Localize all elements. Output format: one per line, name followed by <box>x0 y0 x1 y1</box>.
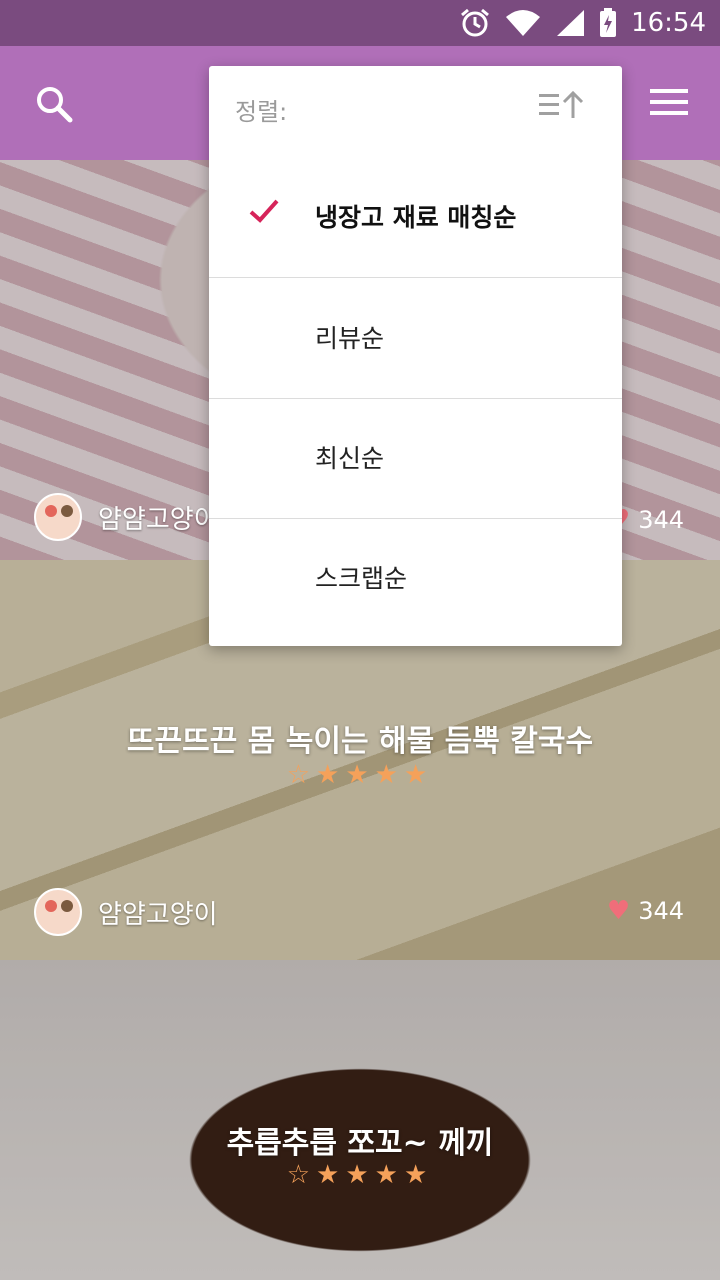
status-time: 16:54 <box>631 8 706 38</box>
author-name: 얌얌고양이 <box>98 899 218 930</box>
recipe-title: 뜨끈뜨끈 몸 녹이는 해물 듬뿍 칼국수 <box>126 724 594 759</box>
sort-label: 정렬: <box>235 98 288 126</box>
sort-option-label: 최신순 <box>315 444 385 473</box>
battery-charging-icon <box>600 8 617 37</box>
likes-count: 344 <box>638 506 684 534</box>
avatar <box>34 493 82 541</box>
recipe-card[interactable]: 추릅추릅 쪼꼬~ 께끼 ☆★★★★ <box>0 960 720 1280</box>
search-icon[interactable] <box>34 84 74 124</box>
author[interactable]: 얌얌고양이 <box>34 493 218 541</box>
sort-option-fridge-match[interactable]: 냉장고 재료 매칭순 <box>209 158 622 278</box>
rating-stars: ☆★★★★ <box>286 1160 434 1190</box>
sort-menu: 정렬: 냉장고 재료 매칭순 리뷰순 최신순 스크랩순 <box>209 66 622 646</box>
rating-stars: ☆★★★★ <box>286 760 434 790</box>
sort-menu-header: 정렬: <box>209 66 622 154</box>
likes[interactable]: ♥ 344 <box>607 896 684 926</box>
author-name: 얌얌고양이 <box>98 504 218 535</box>
author[interactable]: 얌얌고양이 <box>34 888 218 936</box>
avatar <box>34 888 82 936</box>
sort-option-latest[interactable]: 최신순 <box>209 399 622 519</box>
sort-option-review[interactable]: 리뷰순 <box>209 279 622 399</box>
wifi-icon <box>506 10 541 36</box>
heart-icon: ♥ <box>606 896 631 926</box>
recipe-title: 추릅추릅 쪼꼬~ 께끼 <box>226 1126 494 1161</box>
alarm-icon <box>461 8 490 37</box>
likes-count: 344 <box>638 897 684 925</box>
sort-option-scrap[interactable]: 스크랩순 <box>209 519 622 639</box>
status-bar: 16:54 <box>0 0 720 46</box>
sort-option-label: 스크랩순 <box>315 564 408 593</box>
menu-icon[interactable] <box>650 86 688 118</box>
sort-option-label: 리뷰순 <box>315 324 385 353</box>
sort-option-label: 냉장고 재료 매칭순 <box>315 203 517 232</box>
signal-icon <box>557 10 585 36</box>
check-icon <box>249 199 279 223</box>
sort-ascending-icon[interactable] <box>537 90 587 120</box>
